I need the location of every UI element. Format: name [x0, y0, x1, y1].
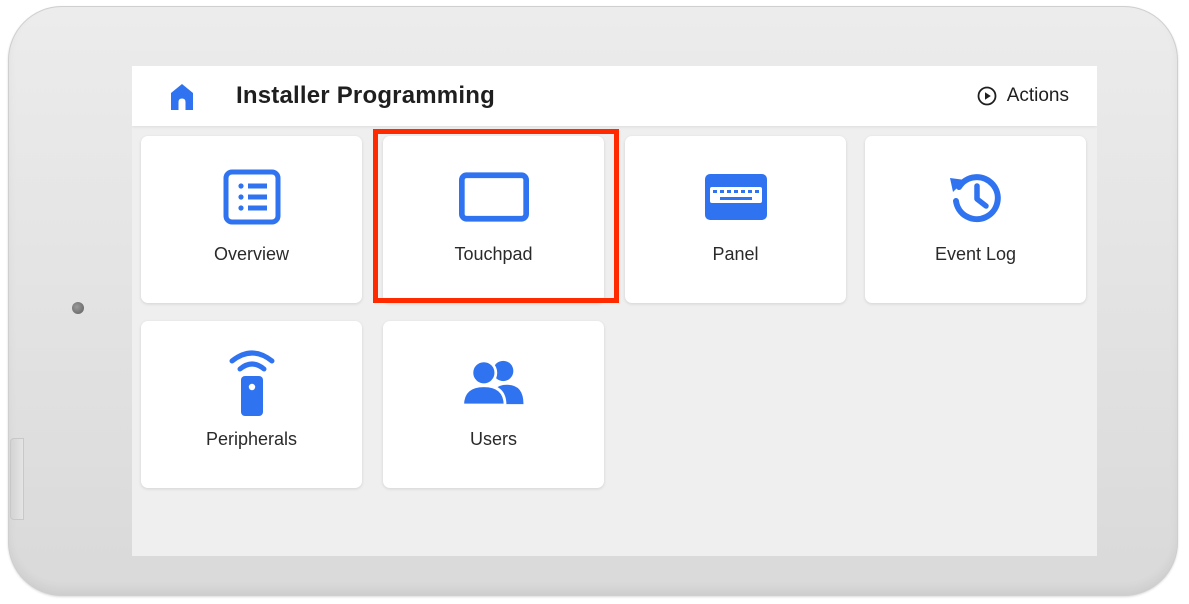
touchscreen: Installer Programming Actions Overview T…: [132, 66, 1097, 556]
play-circle-icon: [977, 86, 997, 106]
tablet-device-frame: Installer Programming Actions Overview T…: [8, 6, 1178, 596]
tile-users[interactable]: Users: [383, 321, 604, 488]
history-icon: [941, 166, 1011, 228]
tile-overview[interactable]: Overview: [141, 136, 362, 303]
home-icon[interactable]: [170, 83, 194, 111]
tile-label: Peripherals: [205, 429, 298, 449]
tile-peripherals[interactable]: Peripherals: [141, 321, 362, 488]
tile-label: Touchpad: [454, 244, 533, 264]
actions-button[interactable]: Actions: [977, 84, 1069, 108]
device-side-button: [10, 438, 24, 520]
remote-wireless-icon: [217, 350, 287, 416]
tile-event-log[interactable]: Event Log: [865, 136, 1086, 303]
tile-label: Panel: [712, 244, 759, 264]
device-camera: [72, 302, 84, 314]
tablet-icon: [458, 166, 529, 228]
actions-label: Actions: [1006, 85, 1069, 106]
tile-label: Event Log: [934, 244, 1017, 264]
list-icon: [217, 166, 287, 228]
header-bar: Installer Programming Actions: [132, 66, 1097, 126]
tile-touchpad[interactable]: Touchpad: [383, 136, 604, 303]
tile-label: Overview: [213, 244, 289, 264]
keyboard-icon: [701, 166, 771, 228]
page-title: Installer Programming: [236, 82, 495, 109]
users-icon: [459, 351, 529, 413]
tile-panel[interactable]: Panel: [625, 136, 846, 303]
tile-label: Users: [469, 429, 517, 449]
